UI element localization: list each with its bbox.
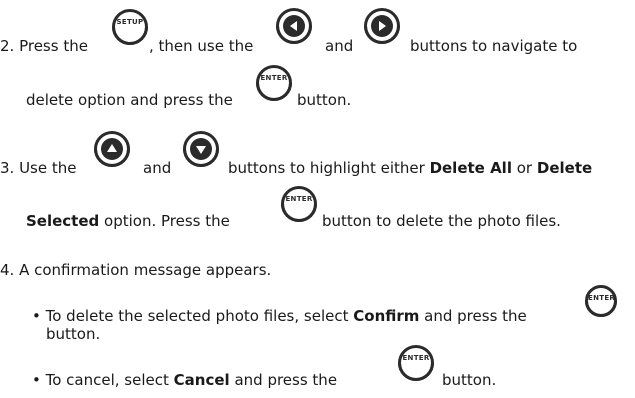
step2-line1-c: and [325,36,353,56]
step2-line2-b: button. [297,90,351,110]
bullet2-text-a: • To cancel, select [32,371,169,389]
step3-text-c: buttons to highlight either [228,159,425,177]
step3-text-b: and [143,159,172,177]
delete-all-option: Delete All [429,159,512,177]
step3-line2-c: button to delete the photo files. [322,211,561,231]
down-arrow-button-icon [183,131,219,167]
step3-line2-text-c: button to delete the photo files. [322,212,561,230]
enter-button-icon: ENTER [585,285,617,317]
step2-line1-b: , then use the [149,36,253,56]
step2-line1-d: buttons to navigate to [410,36,577,56]
enter-button-icon: ENTER [398,345,434,381]
left-arrow-button-icon [276,8,312,44]
step2-text-c: and [325,37,354,55]
step4-bullet1-line2: button. [46,324,100,344]
step3-line2: Selected option. Press the [26,211,230,231]
step2-line2-text-b: button. [297,91,352,109]
step2-line2-text-a: delete option and press the [26,91,233,109]
delete-selected-option-part1: Delete [536,159,593,177]
enter-button-icon: ENTER [256,65,292,101]
step2-text-a: 2. Press the [0,37,88,55]
bullet1-text-c: and press the [424,307,527,325]
enter-icon-label: ENTER [285,195,313,203]
step2-line2: delete option and press the [26,90,233,110]
bullet1-text-d: button. [46,325,101,343]
setup-button-icon: SETUP [112,9,148,45]
setup-icon-label: SETUP [116,18,144,26]
step4-bullet2: • To cancel, select Cancel and press the [32,370,337,390]
step4-text-content: 4. A confirmation message appears. [0,261,272,279]
step3-text-a: 3. Use the [0,159,77,177]
enter-icon-label: ENTER [260,74,288,82]
bullet2-text-d: button. [442,371,497,389]
step3-line1-b: and [143,158,171,178]
up-arrow-button-icon [94,131,130,167]
step4-bullet2-d: button. [442,370,496,390]
enter-icon-label: ENTER [588,294,616,302]
right-arrow-button-icon [364,8,400,44]
step4-text: 4. A confirmation message appears. [0,260,271,280]
step3-line1-c: buttons to highlight either Delete All o… [228,158,592,178]
step3-text-e: or [516,159,533,177]
step3-line2-text-b: option. Press the [104,212,230,230]
step2-line1: 2. Press the [0,36,88,56]
bullet2-text-c: and press the [234,371,338,389]
enter-button-icon: ENTER [281,186,317,222]
delete-selected-option-part2: Selected [26,212,100,230]
cancel-option: Cancel [173,371,230,389]
step3-line1: 3. Use the [0,158,77,178]
step4-bullet1: • To delete the selected photo files, se… [32,306,527,326]
step2-text-d: buttons to navigate to [410,37,578,55]
bullet1-text-a: • To delete the selected photo files, se… [32,307,349,325]
step2-text-b: , then use the [149,37,254,55]
enter-icon-label: ENTER [402,354,430,362]
confirm-option: Confirm [353,307,420,325]
